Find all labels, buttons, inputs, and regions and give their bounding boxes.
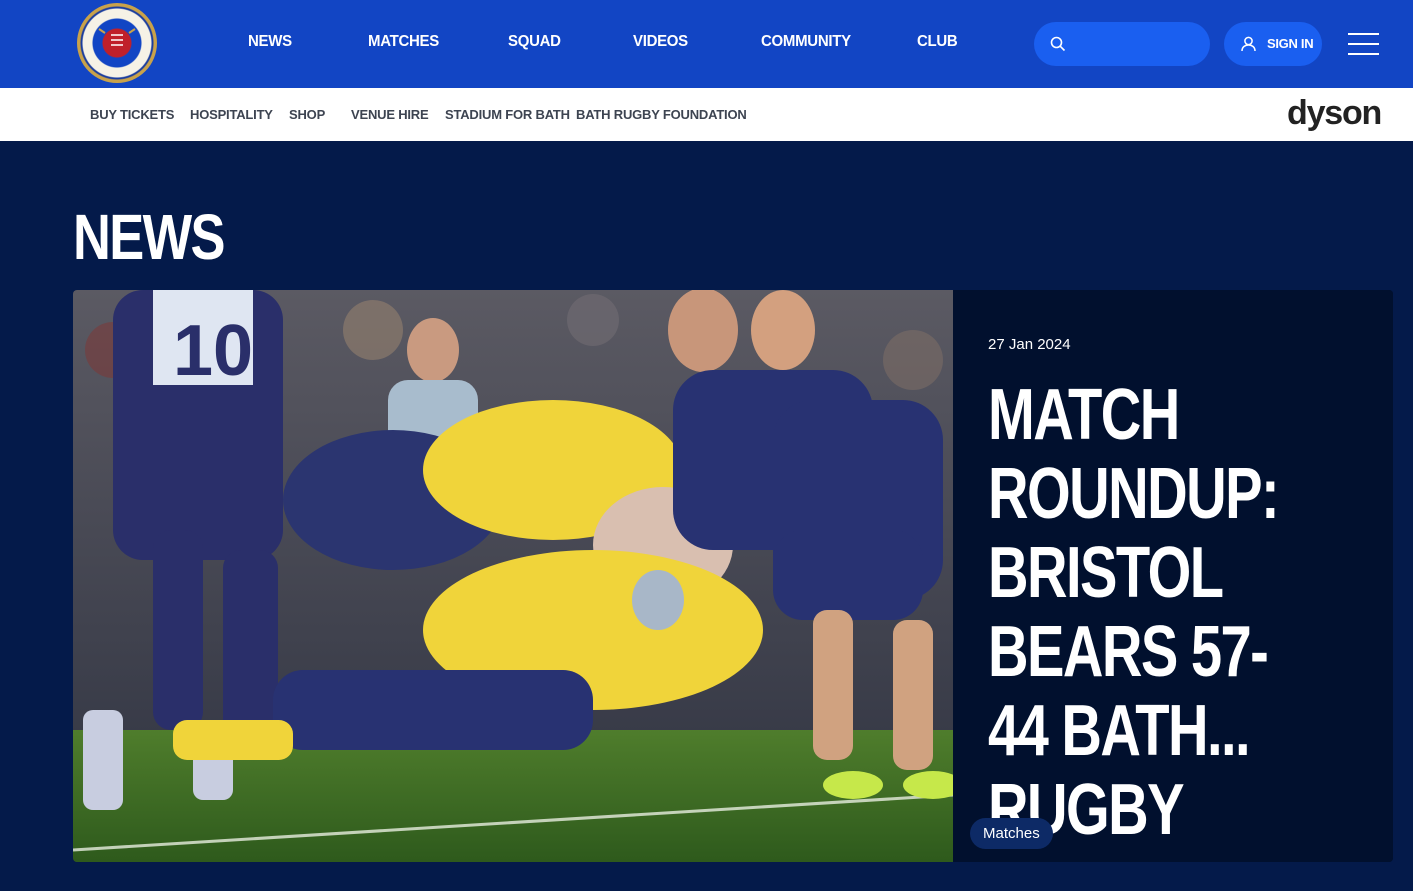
subnav-bath-rugby-foundation[interactable]: BATH RUGBY FOUNDATION <box>576 107 747 122</box>
article-date: 27 Jan 2024 <box>988 336 1071 353</box>
subnav-venue-hire[interactable]: VENUE HIRE <box>351 107 429 122</box>
search-icon <box>1050 36 1066 52</box>
nav-matches[interactable]: MATCHES <box>368 33 439 51</box>
featured-article-content: 27 Jan 2024 MATCH ROUNDUP: BRISTOL BEARS… <box>953 290 1393 862</box>
nav-squad[interactable]: SQUAD <box>508 33 561 51</box>
top-navigation-bar: NEWS MATCHES SQUAD VIDEOS COMMUNITY CLUB… <box>0 0 1413 88</box>
bath-rugby-logo[interactable] <box>77 3 157 83</box>
sign-in-button[interactable]: SIGN IN <box>1224 22 1322 66</box>
search-input[interactable] <box>1034 22 1210 66</box>
nav-community[interactable]: COMMUNITY <box>761 33 851 51</box>
subnav-buy-tickets[interactable]: BUY TICKETS <box>90 107 174 122</box>
subnav-stadium-for-bath[interactable]: STADIUM FOR BATH <box>445 107 570 122</box>
sign-in-label: SIGN IN <box>1267 36 1314 51</box>
nav-videos[interactable]: VIDEOS <box>633 33 688 51</box>
svg-text:10: 10 <box>173 311 253 391</box>
nav-club[interactable]: CLUB <box>917 33 958 51</box>
subnav-shop[interactable]: SHOP <box>289 107 325 122</box>
subnav-hospitality[interactable]: HOSPITALITY <box>190 107 273 122</box>
crest-icon <box>78 4 156 82</box>
featured-article-image[interactable]: 10 <box>73 290 953 862</box>
page-title: NEWS <box>73 201 226 273</box>
secondary-navigation-bar: BUY TICKETS HOSPITALITY SHOP VENUE HIRE … <box>0 88 1413 141</box>
rugby-photo-illustration: 10 <box>73 290 953 862</box>
user-icon <box>1241 36 1256 52</box>
article-category-tag[interactable]: Matches <box>970 818 1053 849</box>
hamburger-menu-icon[interactable] <box>1348 33 1379 55</box>
nav-news[interactable]: NEWS <box>248 33 292 51</box>
sponsor-logo[interactable]: dyson <box>1287 94 1382 133</box>
featured-article-card[interactable]: 10 27 Jan 2024 MATCH ROUNDUP: BRISTOL BE… <box>73 290 1393 862</box>
article-title[interactable]: MATCH ROUNDUP: BRISTOL BEARS 57-44 BATH.… <box>988 376 1323 850</box>
